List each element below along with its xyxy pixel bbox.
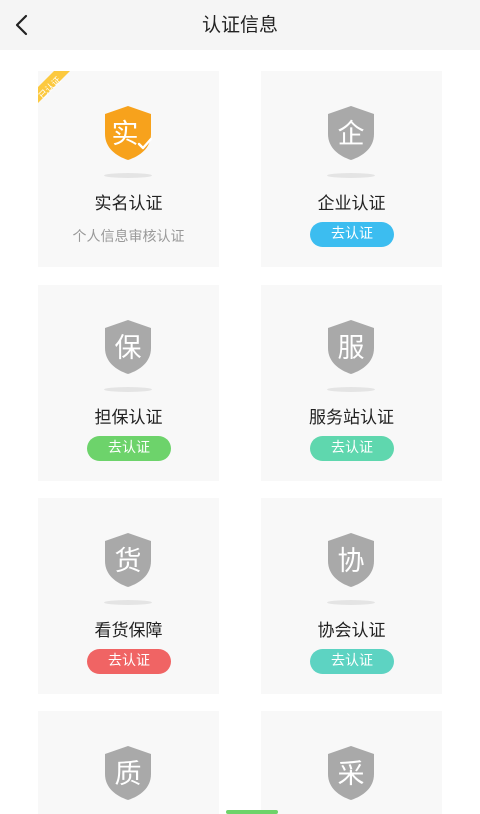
verification-card-association[interactable]: 协 协会认证 去认证 [261, 498, 442, 694]
card-subtitle: 个人信息审核认证 [72, 229, 185, 245]
page-title: 认证信息 [201, 14, 278, 36]
verified-ribbon: 已认证 [38, 71, 70, 103]
shield-character: 企 [338, 119, 365, 150]
shield-icon: 保 [105, 320, 151, 374]
verification-card-quality[interactable]: 质 [38, 711, 219, 814]
shield-character: 货 [115, 546, 142, 577]
go-verify-button[interactable]: 去认证 [310, 222, 394, 247]
shield-shadow [104, 173, 152, 178]
shield-character: 采 [338, 759, 365, 790]
go-verify-button[interactable]: 去认证 [87, 436, 171, 461]
verification-card-inspection[interactable]: 货 看货保障 去认证 [38, 498, 219, 694]
scroll-indicator [226, 810, 278, 814]
go-verify-button[interactable]: 去认证 [87, 649, 171, 674]
header-bar: 认证信息 [0, 0, 480, 50]
shield-character: 协 [338, 546, 365, 577]
verification-card-real-name[interactable]: 已认证 实 实名认证 个人信息审核认证 [38, 71, 219, 267]
shield-character: 服 [338, 333, 365, 364]
shield-shadow [104, 600, 152, 605]
shield-icon: 质 [105, 746, 151, 800]
card-title: 实名认证 [94, 194, 163, 214]
shield-icon: 采 [328, 746, 374, 800]
card-title: 企业认证 [317, 194, 386, 214]
shield-icon: 服 [328, 320, 374, 374]
shield-icon: 实 [105, 106, 153, 160]
shield-icon: 企 [328, 106, 374, 160]
shield-shadow [104, 387, 152, 392]
shield-shadow [327, 387, 375, 392]
shield-character: 实 [112, 119, 139, 150]
card-title: 协会认证 [317, 621, 386, 641]
card-title: 服务站认证 [309, 408, 394, 428]
shield-icon: 货 [105, 533, 151, 587]
go-verify-button[interactable]: 去认证 [310, 436, 394, 461]
card-title: 看货保障 [94, 621, 163, 641]
shield-shadow [327, 173, 375, 178]
shield-character: 保 [115, 333, 142, 364]
shield-character: 质 [115, 759, 142, 790]
verification-card-procurement[interactable]: 采 [261, 711, 442, 814]
verification-card-service-station[interactable]: 服 服务站认证 去认证 [261, 285, 442, 481]
card-title: 担保认证 [94, 408, 163, 428]
shield-icon: 协 [328, 533, 374, 587]
shield-shadow [327, 600, 375, 605]
go-verify-button[interactable]: 去认证 [310, 649, 394, 674]
verification-card-enterprise[interactable]: 企 企业认证 去认证 [261, 71, 442, 267]
verification-card-guarantee[interactable]: 保 担保认证 去认证 [38, 285, 219, 481]
